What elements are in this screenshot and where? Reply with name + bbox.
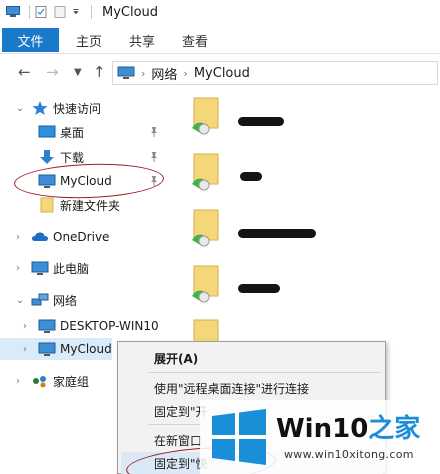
watermark: Win10之家 www.win10xitong.com [200,400,440,474]
watermark-url: www.win10xitong.com [284,448,414,461]
network-computer-icon [117,66,135,79]
forward-arrow-icon[interactable]: → [46,63,59,81]
network-computer-icon [38,342,56,356]
new-folder-icon[interactable] [53,6,67,18]
tab-file[interactable]: 文件 [2,28,59,52]
shared-folder-icon[interactable] [188,264,222,304]
properties-icon[interactable] [34,6,48,18]
chevron-right-icon[interactable]: › [23,321,27,332]
chevron-down-icon[interactable]: ⌄ [16,103,24,114]
tab-share[interactable]: 共享 [129,28,155,52]
nav-label: MyCloud [60,342,112,356]
nav-label: DESKTOP-WIN10 [60,319,159,333]
redacted-name [240,172,262,181]
redacted-name [238,229,316,238]
recent-locations-icon[interactable]: ▼ [74,67,82,78]
nav-label: 新建文件夹 [60,198,121,213]
brand-text: Win10 [276,414,369,444]
nav-label: 网络 [53,293,78,308]
nav-label: OneDrive [53,230,110,244]
computer-icon [31,261,49,275]
redacted-name [238,284,280,293]
nav-label: 家庭组 [53,374,90,389]
title-separator [91,5,92,19]
nav-desktop-win10[interactable]: › DESKTOP-WIN10 [0,315,168,337]
download-icon [40,150,54,164]
chevron-down-icon[interactable]: ⌄ [16,295,24,306]
title-separator [29,5,30,19]
chevron-right-icon[interactable]: › [16,232,20,243]
windows-logo-icon [212,409,266,465]
menu-item-expand[interactable]: 展开(A) [154,350,198,367]
cloud-icon [32,232,48,241]
nav-onedrive[interactable]: › OneDrive [0,226,168,248]
breadcrumb-separator: › [183,66,188,80]
ribbon: 文件 主页 共享 查看 [0,24,440,54]
breadcrumb-separator: › [141,66,146,80]
address-bar[interactable]: › 网络 › MyCloud [112,61,438,85]
nav-label: 此电脑 [53,261,90,276]
nav-label: 下载 [60,150,85,165]
network-computer-icon [38,319,56,333]
nav-this-pc[interactable]: › 此电脑 [0,257,168,279]
menu-item-remote-desktop[interactable]: 使用"远程桌面连接"进行连接 [154,380,309,397]
shared-folder-icon[interactable] [188,152,222,192]
pin-icon[interactable] [148,126,160,138]
navigation-bar: ← → ▼ ↑ › 网络 › MyCloud [0,54,440,90]
shared-folder-icon[interactable] [188,208,222,248]
nav-quick-access[interactable]: ⌄ 快速访问 [0,97,168,119]
breadcrumb-network[interactable]: 网络 [151,64,177,83]
nav-desktop[interactable]: 桌面 [0,121,168,143]
tab-home[interactable]: 主页 [76,28,102,52]
title-bar: MyCloud [0,0,440,24]
computer-icon [6,6,20,17]
up-arrow-icon[interactable]: ↑ [93,63,106,81]
chevron-right-icon[interactable]: › [16,263,20,274]
nav-label: 快速访问 [53,101,102,116]
back-arrow-icon[interactable]: ← [18,63,31,81]
homegroup-icon [33,376,46,388]
folder-icon [40,197,54,213]
menu-separator [148,372,381,373]
window-title: MyCloud [102,4,159,20]
chevron-right-icon[interactable]: › [16,376,20,387]
nav-network[interactable]: ⌄ 网络 [0,289,168,311]
breadcrumb-mycloud[interactable]: MyCloud [194,66,250,81]
customize-toolbar-icon[interactable] [72,6,82,18]
star-icon [32,101,48,115]
brand-text-accent: 之家 [368,414,421,444]
nav-mycloud-network[interactable]: › MyCloud [0,338,112,360]
chevron-right-icon[interactable]: › [23,344,27,355]
tab-view[interactable]: 查看 [182,28,208,52]
nav-label: 桌面 [60,125,85,140]
menu-item-open-new-window[interactable]: 在新窗口 [154,432,202,449]
watermark-brand: Win10之家 [276,408,420,445]
shared-folder-icon[interactable] [188,96,222,136]
redacted-name [238,117,284,126]
network-icon [31,293,49,306]
desktop-icon [38,125,56,138]
pin-icon[interactable] [148,151,160,163]
